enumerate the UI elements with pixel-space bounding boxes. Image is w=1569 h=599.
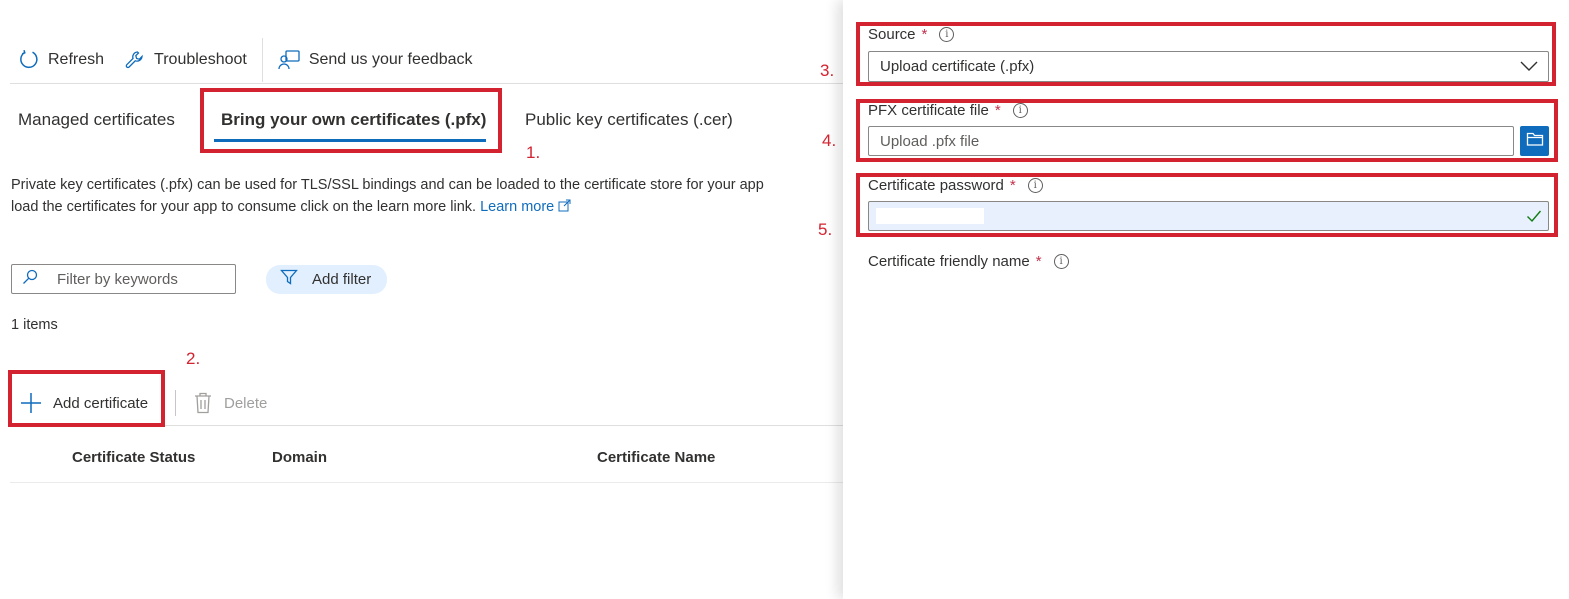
tab-managed-certificates[interactable]: Managed certificates — [18, 110, 175, 130]
command-bar: Refresh Troubleshoot Send us your feedba… — [18, 38, 838, 82]
annotation-5: 5. — [818, 220, 833, 239]
add-filter-button[interactable]: Add filter — [266, 265, 387, 294]
learn-more-label: Learn more — [480, 199, 555, 215]
highlight-pfx-box — [856, 99, 1558, 162]
highlight-tab-box — [200, 88, 502, 153]
funnel-icon — [280, 268, 298, 291]
info-icon[interactable]: i — [1053, 254, 1069, 269]
command-bar-divider — [10, 83, 843, 84]
external-link-icon — [558, 199, 571, 215]
feedback-button[interactable]: Send us your feedback — [277, 49, 473, 71]
feedback-icon — [277, 49, 301, 71]
annotation-2: 2. — [186, 349, 201, 368]
troubleshoot-label: Troubleshoot — [154, 51, 247, 68]
delete-label: Delete — [224, 394, 268, 412]
highlight-add-certificate-box — [8, 370, 165, 427]
highlight-password-box — [856, 173, 1558, 237]
troubleshoot-button[interactable]: Troubleshoot — [124, 49, 247, 71]
table-header-divider — [10, 482, 843, 483]
refresh-label: Refresh — [48, 51, 105, 68]
learn-more-link[interactable]: Learn more — [480, 199, 571, 215]
add-certificate-panel — [843, 0, 1569, 599]
refresh-button[interactable]: Refresh — [18, 49, 104, 71]
highlight-source-box — [856, 22, 1556, 86]
items-count: 1 items — [11, 317, 58, 333]
filter-search-box[interactable]: Filter by keywords — [11, 264, 236, 294]
friendly-name-label: Certificate friendly name * i — [868, 253, 1069, 270]
description-line-2-text: load the certificates for your app to co… — [11, 199, 477, 215]
annotation-4: 4. — [822, 131, 837, 150]
description: Private key certificates (.pfx) can be u… — [11, 174, 764, 218]
friendly-name-required-mark: * — [1035, 253, 1042, 270]
description-line-2: load the certificates for your app to co… — [11, 196, 764, 218]
add-filter-label: Add filter — [312, 271, 372, 288]
delete-button[interactable]: Delete — [194, 392, 267, 414]
friendly-name-label-text: Certificate friendly name — [868, 253, 1030, 270]
tab-public-key-certificates[interactable]: Public key certificates (.cer) — [525, 110, 733, 130]
column-header-domain[interactable]: Domain — [272, 449, 327, 466]
toolbar-divider — [261, 38, 263, 82]
annotation-1: 1. — [526, 143, 541, 162]
annotation-3: 3. — [820, 61, 835, 80]
search-icon — [22, 269, 38, 290]
wrench-icon — [124, 49, 146, 71]
actions-divider — [175, 390, 176, 416]
description-line-1: Private key certificates (.pfx) can be u… — [11, 177, 764, 193]
column-header-certificate-status[interactable]: Certificate Status — [72, 449, 195, 466]
trash-icon — [194, 392, 212, 414]
filter-search-placeholder: Filter by keywords — [57, 270, 178, 288]
column-header-certificate-name[interactable]: Certificate Name — [597, 449, 715, 466]
feedback-label: Send us your feedback — [308, 51, 473, 68]
refresh-icon — [18, 49, 40, 71]
